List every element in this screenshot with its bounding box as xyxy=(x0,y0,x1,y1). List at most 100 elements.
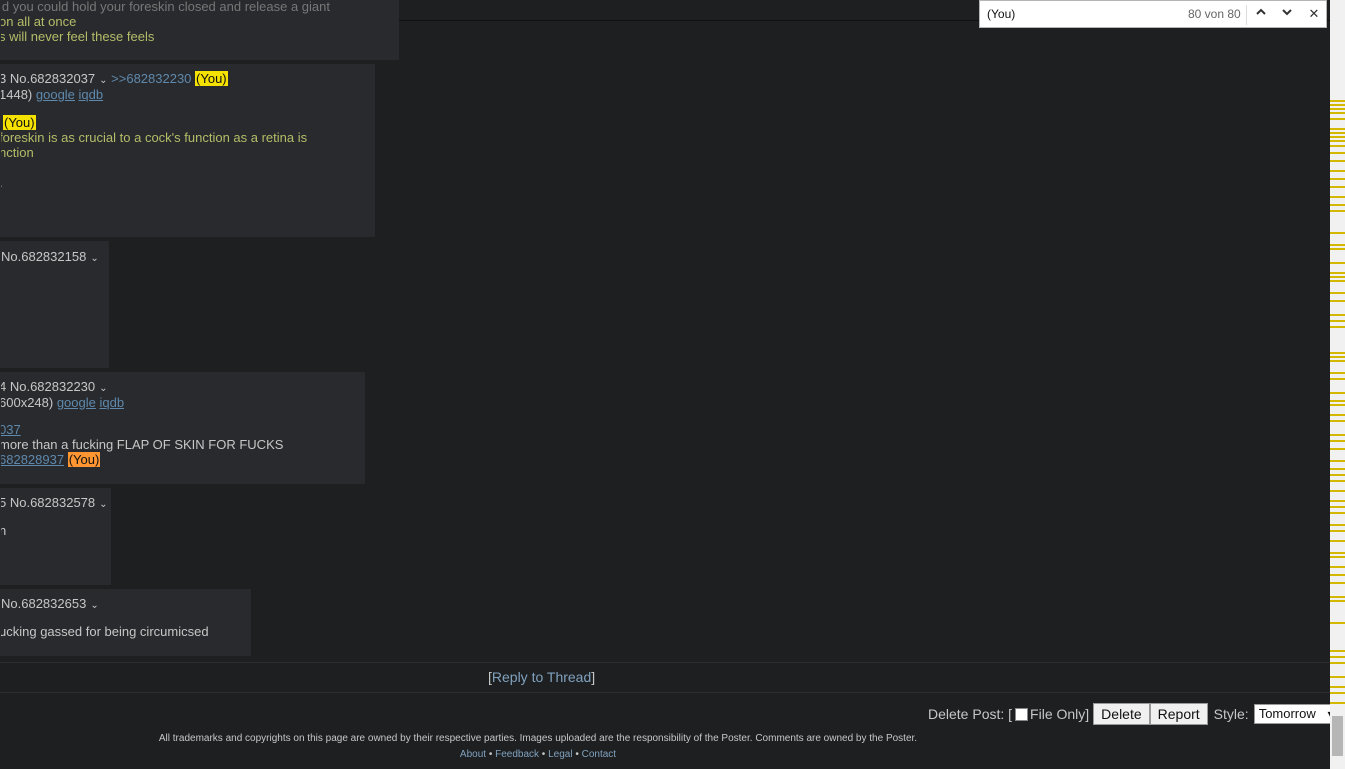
post-text: nction xyxy=(0,145,34,160)
divider xyxy=(0,692,1330,693)
find-input[interactable]: (You) xyxy=(987,7,1015,21)
post-text: 600x248) xyxy=(0,395,57,410)
style-label: Style: xyxy=(1213,706,1249,722)
scrollbar-match-marker xyxy=(1330,300,1345,302)
post-line: ld you could hold your foreskin closed a… xyxy=(0,0,330,14)
footer-separator: • xyxy=(539,749,549,760)
search-highlight: (You) xyxy=(3,115,36,130)
scrollbar-match-marker xyxy=(1330,596,1345,598)
footer-link-legal[interactable]: Legal xyxy=(548,749,572,760)
menu-arrow-icon[interactable]: ⌄ xyxy=(99,75,107,86)
scrollbar-match-marker xyxy=(1330,460,1345,462)
scrollbar-match-marker xyxy=(1330,656,1345,658)
delete-form: Delete Post: [ File Only] Delete Report … xyxy=(928,703,1339,725)
scrollbar-match-marker xyxy=(1330,320,1345,322)
scrollbar-match-marker xyxy=(1330,420,1345,422)
scrollbar-match-marker xyxy=(1330,196,1345,198)
chevron-up-icon[interactable] xyxy=(1250,4,1272,24)
post-link[interactable]: google xyxy=(57,395,96,410)
scrollbar-match-marker xyxy=(1330,186,1345,188)
scrollbar-match-marker xyxy=(1330,702,1345,704)
post-text: n xyxy=(1,523,6,538)
delete-button[interactable]: Delete xyxy=(1093,703,1150,725)
post-text: ld you could hold your foreskin closed a… xyxy=(0,0,330,14)
search-highlight: (You) xyxy=(195,71,228,86)
divider xyxy=(1246,5,1247,25)
scrollbar[interactable] xyxy=(1330,0,1345,769)
menu-arrow-icon[interactable]: ⌄ xyxy=(90,600,98,611)
scrollbar-match-marker xyxy=(1330,650,1345,652)
post-number[interactable]: No.682832653 xyxy=(1,596,86,611)
post-text: . xyxy=(1,175,3,190)
file-info: 1448) google iqdb xyxy=(1,87,104,102)
post-link[interactable]: iqdb xyxy=(79,87,104,102)
scrollbar-match-marker xyxy=(1330,440,1345,442)
menu-arrow-icon[interactable]: ⌄ xyxy=(99,499,107,510)
post-line: nction xyxy=(0,145,34,160)
post-line: foreskin is as crucial to a cock's funct… xyxy=(0,130,308,145)
scrollbar-match-marker xyxy=(1330,272,1345,274)
scrollbar-match-marker xyxy=(1330,145,1345,147)
post-link[interactable]: 037 xyxy=(1,422,21,437)
post-reply: No.682832158 ⌄ xyxy=(0,241,109,368)
footer-link-about[interactable]: About xyxy=(460,749,486,760)
delete-post-label: Delete Post: [ xyxy=(928,706,1013,722)
scrollbar-match-marker xyxy=(1330,292,1345,294)
post-text: on all at once xyxy=(0,14,77,29)
scrollbar-thumb[interactable] xyxy=(1332,716,1343,756)
scrollbar-match-marker xyxy=(1330,474,1345,476)
scrollbar-match-marker xyxy=(1330,392,1345,394)
post-number[interactable]: 4 No.682832230 xyxy=(1,379,95,394)
scrollbar-match-marker xyxy=(1330,170,1345,172)
scrollbar-match-marker xyxy=(1330,404,1345,406)
post-text: more than a fucking FLAP OF SKIN FOR FUC… xyxy=(0,437,284,452)
post-link[interactable]: 682828937 xyxy=(1,452,64,467)
file-only-label: File Only] xyxy=(1030,706,1090,722)
post-line: n xyxy=(1,523,6,538)
scrollbar-match-marker xyxy=(1330,400,1345,402)
file-only-checkbox[interactable] xyxy=(1015,707,1029,721)
scrollbar-match-marker xyxy=(1330,152,1345,154)
scrollbar-match-marker xyxy=(1330,600,1345,602)
footer-link-contact[interactable]: Contact xyxy=(582,749,616,760)
close-icon[interactable]: ✕ xyxy=(1303,4,1325,24)
scrollbar-match-marker xyxy=(1330,118,1345,120)
style-select[interactable]: Tomorrow▼ xyxy=(1253,704,1339,724)
scrollbar-match-marker xyxy=(1330,662,1345,664)
scrollbar-match-marker xyxy=(1330,448,1345,450)
scrollbar-match-marker xyxy=(1330,314,1345,316)
report-button[interactable]: Report xyxy=(1149,703,1208,725)
scrollbar-match-marker xyxy=(1330,108,1345,110)
scrollbar-match-marker xyxy=(1330,104,1345,106)
menu-arrow-icon[interactable]: ⌄ xyxy=(99,383,107,394)
post-header: No.682832158 ⌄ xyxy=(1,249,99,266)
post-number[interactable]: 5 No.682832578 xyxy=(1,495,95,510)
scrollbar-match-marker xyxy=(1330,468,1345,470)
post-link[interactable]: google xyxy=(36,87,75,102)
divider xyxy=(0,662,1330,663)
scrollbar-match-marker xyxy=(1330,480,1345,482)
post-line: 682828937 (You) xyxy=(1,452,101,467)
scrollbar-match-marker xyxy=(1330,692,1345,694)
post-text: foreskin is as crucial to a cock's funct… xyxy=(0,130,308,145)
match-count: 80 von 80 xyxy=(1188,7,1241,21)
scrollbar-match-marker xyxy=(1330,512,1345,514)
scrollbar-match-marker xyxy=(1330,248,1345,250)
scrollbar-match-marker xyxy=(1330,530,1345,532)
menu-arrow-icon[interactable]: ⌄ xyxy=(90,253,98,264)
post-text: s will never feel these feels xyxy=(0,29,155,44)
footer-link-feedback[interactable]: Feedback xyxy=(495,749,539,760)
scrollbar-match-marker xyxy=(1330,360,1345,362)
reply-to-thread-link[interactable]: Reply to Thread xyxy=(492,669,591,685)
footer-separator: • xyxy=(486,749,496,760)
post-link[interactable]: >>682832230 xyxy=(108,71,195,86)
post-number[interactable]: No.682832158 xyxy=(1,249,86,264)
post-line: more than a fucking FLAP OF SKIN FOR FUC… xyxy=(0,437,284,452)
scrollbar-match-marker xyxy=(1330,140,1345,142)
post-link[interactable]: iqdb xyxy=(100,395,125,410)
scrollbar-match-marker xyxy=(1330,566,1345,568)
post-header: No.682832653 ⌄ xyxy=(1,596,99,613)
chevron-down-icon[interactable] xyxy=(1276,4,1298,24)
post-number[interactable]: 3 No.682832037 xyxy=(1,71,95,86)
post-line: on all at once xyxy=(0,14,77,29)
